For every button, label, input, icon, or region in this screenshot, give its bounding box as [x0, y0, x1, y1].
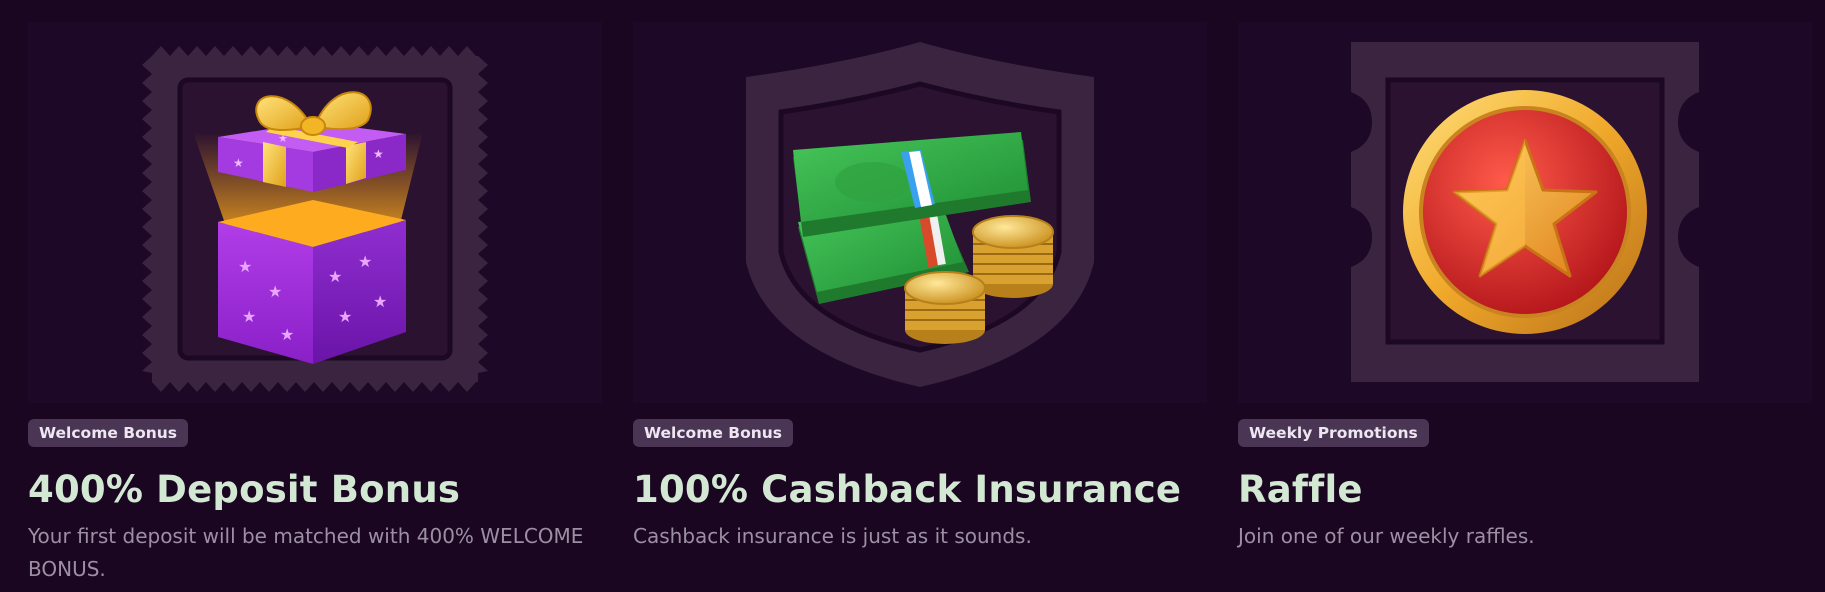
promo-card[interactable]: Weekly Promotions Raffle Join one of our… [1238, 0, 1812, 592]
svg-text:★: ★ [238, 257, 252, 276]
category-badge[interactable]: Weekly Promotions [1238, 419, 1429, 447]
svg-text:★: ★ [358, 252, 372, 271]
svg-text:★: ★ [233, 156, 244, 170]
svg-text:★: ★ [328, 267, 342, 286]
svg-text:★: ★ [268, 282, 282, 301]
svg-text:★: ★ [242, 307, 256, 326]
star-medal-icon [1351, 42, 1699, 382]
svg-text:★: ★ [373, 147, 384, 161]
promotions-list: ★ ★ ★ ★ ★ ★ ★ ★ ★ ★ ★ ★ [0, 0, 1825, 592]
promo-image[interactable] [1238, 22, 1812, 403]
svg-text:★: ★ [373, 292, 387, 311]
promo-description: Cashback insurance is just as it sounds. [633, 524, 1032, 548]
gift-box-icon: ★ ★ ★ ★ ★ ★ ★ ★ ★ ★ ★ ★ [142, 46, 488, 392]
promo-image[interactable] [633, 22, 1207, 403]
promo-title[interactable]: 400% Deposit Bonus [28, 468, 460, 511]
promo-image[interactable]: ★ ★ ★ ★ ★ ★ ★ ★ ★ ★ ★ ★ [28, 22, 602, 403]
svg-text:★: ★ [280, 325, 294, 344]
promo-description: Join one of our weekly raffles. [1238, 524, 1535, 548]
promo-card[interactable]: Welcome Bonus 100% Cashback Insurance Ca… [633, 0, 1207, 592]
category-badge[interactable]: Welcome Bonus [633, 419, 794, 447]
promo-card[interactable]: ★ ★ ★ ★ ★ ★ ★ ★ ★ ★ ★ ★ [28, 0, 602, 592]
svg-text:★: ★ [338, 307, 352, 326]
promo-description: Your first deposit will be matched with … [28, 524, 584, 581]
promo-title[interactable]: Raffle [1238, 468, 1363, 511]
promo-title[interactable]: 100% Cashback Insurance [633, 468, 1181, 511]
cash-and-coins-icon [746, 42, 1094, 387]
category-badge[interactable]: Welcome Bonus [28, 419, 189, 447]
